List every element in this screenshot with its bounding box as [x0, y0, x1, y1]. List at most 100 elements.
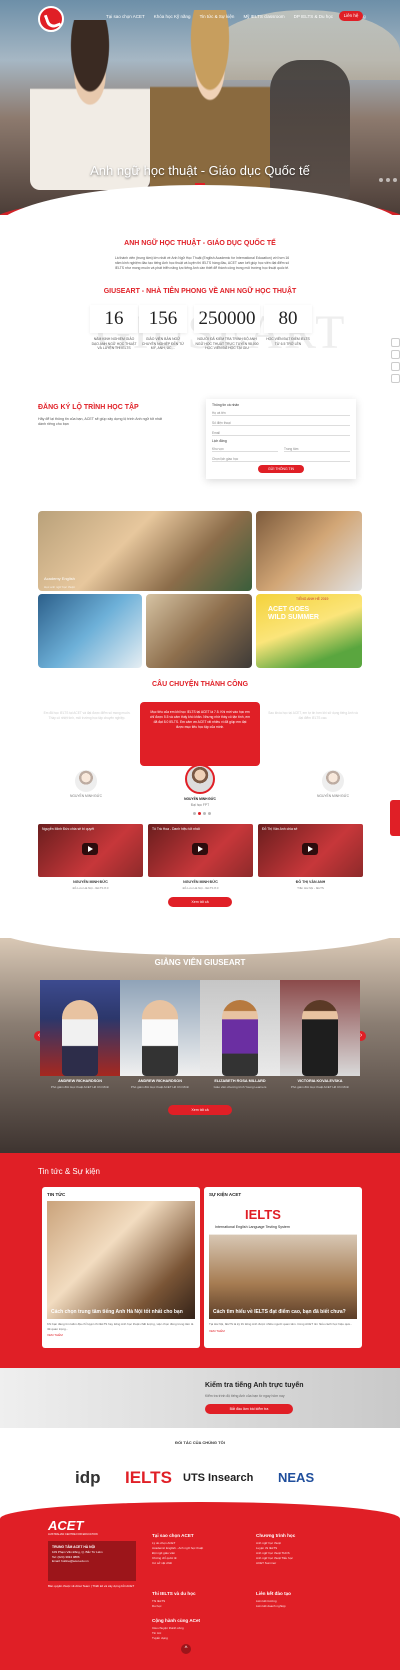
news-caption[interactable]: Cách chọn trung tâm tiếng Anh Hà Nội tốt…: [51, 1309, 191, 1315]
teachers-more-button[interactable]: Xem tất cả: [168, 1105, 232, 1115]
news-card[interactable]: SỰ KIỆN ACET IELTS International English…: [204, 1187, 362, 1348]
name-input[interactable]: Họ và tên: [212, 409, 350, 416]
footer-logo-sub: AUSTRALIAN CENTRE FOR EDUCATION: [48, 1533, 98, 1536]
news-desc: Tại Hà Nội, IELTS là kỳ thi tiếng Anh đư…: [209, 1322, 353, 1326]
video-person-name: NGUYỄN MINH ĐỨC: [73, 880, 108, 884]
footer-link[interactable]: Liên kết doanh nghiệp: [256, 1604, 356, 1609]
contact-button[interactable]: Liên hệ: [339, 11, 363, 21]
video-person-sub: Trần Hà Nội - IELTS: [297, 886, 324, 890]
email-input[interactable]: Email: [212, 429, 350, 436]
register-form: Thông tin cá nhân Họ và tên Số điện thoạ…: [206, 399, 356, 479]
teacher-title: Phó giám đốc Học thuật ACET Hồ Chí Minh: [290, 1085, 350, 1089]
back-to-top-icon[interactable]: ^: [181, 1644, 191, 1654]
nav-item-courses[interactable]: Khóa học Kỹ năng: [154, 14, 191, 19]
stories-title: CÂU CHUYỆN THÀNH CÔNG: [151, 681, 249, 688]
video-thumb[interactable]: Đỗ Thị Vân Anh chia sẻ: [258, 824, 363, 877]
stat-number: 80: [264, 305, 312, 333]
avatar[interactable]: [322, 770, 344, 792]
partner-logo-neas[interactable]: NEAS: [278, 1470, 314, 1485]
teacher-card[interactable]: [280, 980, 360, 1076]
center-select[interactable]: Trung tâm: [284, 445, 350, 452]
nav-item-news[interactable]: Tin tức & Sự kiện: [200, 14, 235, 19]
summer-poster-top: TIẾNG ANH HÈ 2019: [296, 597, 329, 601]
video-title: Nguyễn Minh Đức chia sẻ bí quyết: [42, 827, 95, 831]
stat-number: 16: [90, 305, 138, 333]
partner-logo-ielts[interactable]: IELTS: [125, 1468, 172, 1488]
slider-dot[interactable]: [386, 178, 390, 182]
chat-icon[interactable]: [391, 350, 400, 359]
course-select[interactable]: Chọn lịch giao học: [212, 455, 350, 462]
news-card[interactable]: TIN TỨC Cách chọn trung tâm tiếng Anh Hà…: [42, 1187, 200, 1348]
news-card-header: TIN TỨC: [47, 1192, 66, 1197]
gallery-photo-study[interactable]: [146, 594, 252, 668]
teacher-photo: [222, 1000, 258, 1076]
play-icon[interactable]: [82, 843, 98, 855]
stories-more-button[interactable]: Xem tất cả: [168, 897, 232, 907]
video-person-name: ĐỖ THỊ VÂN ANH: [295, 880, 326, 884]
logo-icon[interactable]: [38, 6, 64, 32]
gallery-photo-students[interactable]: Academy English Học anh ngữ học thuật: [38, 511, 252, 591]
hero-title: Anh ngữ học thuật - Giáo dục Quốc tế: [90, 163, 310, 178]
teacher-name: ANDREW RICHARDSON: [58, 1079, 102, 1083]
footer-copyright: Bản quyền thuộc về ACet Team | Thiết kế …: [48, 1584, 135, 1588]
teacher-photo: [142, 1000, 178, 1076]
phone-icon[interactable]: [391, 338, 400, 347]
register-side-tab[interactable]: [390, 800, 400, 836]
news-caption[interactable]: Cách tìm hiểu về IELTS đạt điểm cao, bạn…: [213, 1309, 353, 1315]
footer-link[interactable]: Cơ sở vật chất: [152, 1561, 247, 1566]
play-icon[interactable]: [192, 843, 208, 855]
news-image[interactable]: IELTS International English Language Tes…: [209, 1201, 357, 1319]
slider-dot[interactable]: [393, 178, 397, 182]
play-icon[interactable]: [302, 843, 318, 855]
form-label-schedule: Lịch đăng: [212, 439, 227, 443]
form-label-personal: Thông tin cá nhân: [212, 403, 240, 407]
nav-item-why-acet[interactable]: Tại sao chọn ACET: [106, 14, 145, 19]
story-side-left: Em đã học IELTS tại ACET và đạt được điể…: [43, 711, 131, 720]
gallery-photo-classroom[interactable]: [256, 511, 362, 591]
news-more-link[interactable]: XEM THÊM: [209, 1329, 357, 1333]
avatar[interactable]: [185, 764, 215, 794]
video-thumb[interactable]: Nguyễn Minh Đức chia sẻ bí quyết: [38, 824, 143, 877]
area-select[interactable]: Khu vực: [212, 445, 278, 452]
test-subtitle: Kiểm tra trình độ tiếng Anh của bạn từ n…: [205, 1394, 285, 1398]
teacher-card[interactable]: [120, 980, 200, 1076]
partner-logo-idp[interactable]: idp: [75, 1468, 101, 1488]
mail-icon[interactable]: [391, 362, 400, 371]
news-more-link[interactable]: XEM THÊM: [47, 1333, 195, 1337]
news-title: Tin tức & Sự kiện: [38, 1167, 100, 1176]
phone-input[interactable]: Số điện thoại: [212, 419, 350, 426]
footer-col-title: Liên kết đào tạo: [256, 1591, 291, 1596]
footer-col-why: Tại sao chọn ACET Lý do chọn ACET Academ…: [152, 1533, 247, 1566]
teacher-card[interactable]: [200, 980, 280, 1076]
footer-link[interactable]: Tuyển dụng: [152, 1636, 247, 1641]
start-test-button[interactable]: Bắt đầu làm bài kiểm tra: [205, 1404, 293, 1414]
story-dot[interactable]: [203, 812, 206, 815]
document-icon[interactable]: [391, 374, 400, 383]
stat-ielts: 80 HỌC VIÊN ĐẠT ĐIỂM IELTS TỪ 6.5 TRỞ LÊ…: [264, 305, 312, 346]
news-desc: Khi bạn đang tìm kiếm địa chỉ luyện thi …: [47, 1322, 194, 1331]
story-quote: “ Mục tiêu của em khi học IELTS tại ACET…: [134, 688, 260, 773]
nav-item-study-abroad[interactable]: DP IELTS & Du học: [294, 14, 333, 19]
footer-link[interactable]: ACET Summer: [256, 1561, 356, 1566]
gallery-photo-lecture[interactable]: [38, 594, 142, 668]
footer-logo[interactable]: ACET: [48, 1518, 83, 1533]
video-thumb[interactable]: Tô Trà Hoa - Danh hiệu tốt nhất: [148, 824, 253, 877]
partner-logo-uts[interactable]: UTS Insearch: [183, 1472, 253, 1484]
story-dot[interactable]: [198, 812, 201, 815]
story-dot[interactable]: [193, 812, 196, 815]
submit-button[interactable]: GỬI THÔNG TIN: [258, 465, 304, 473]
story-person-name: NGUYỄN MINH ĐỨC: [184, 797, 216, 801]
news-image[interactable]: Cách chọn trung tâm tiếng Anh Hà Nội tốt…: [47, 1201, 195, 1319]
test-title: Kiểm tra tiếng Anh trực tuyến: [205, 1382, 304, 1389]
footer-col-partners: Liên kết đào tạo Liên kết trường Liên kế…: [256, 1591, 356, 1609]
stat-label: GIẢO VIÊN BẢN NGỮ CHUYÊN NGHIỆP ĐẾN TỪ M…: [141, 337, 185, 350]
footer-link[interactable]: Du học: [152, 1604, 247, 1609]
footer-email: Email: hotline@acet.edu.vn: [52, 1559, 89, 1564]
nav-item-classroom[interactable]: Mỹ IELTS classroom: [243, 14, 284, 19]
slider-dot[interactable]: [379, 178, 383, 182]
avatar[interactable]: [75, 770, 97, 792]
gallery-photo-summer[interactable]: TIẾNG ANH HÈ 2019 ACET GOES WILD SUMMER: [256, 594, 362, 668]
footer-col-title: Thi IELTS và du học: [152, 1591, 196, 1596]
teacher-card[interactable]: [40, 980, 120, 1076]
story-dot[interactable]: [208, 812, 211, 815]
